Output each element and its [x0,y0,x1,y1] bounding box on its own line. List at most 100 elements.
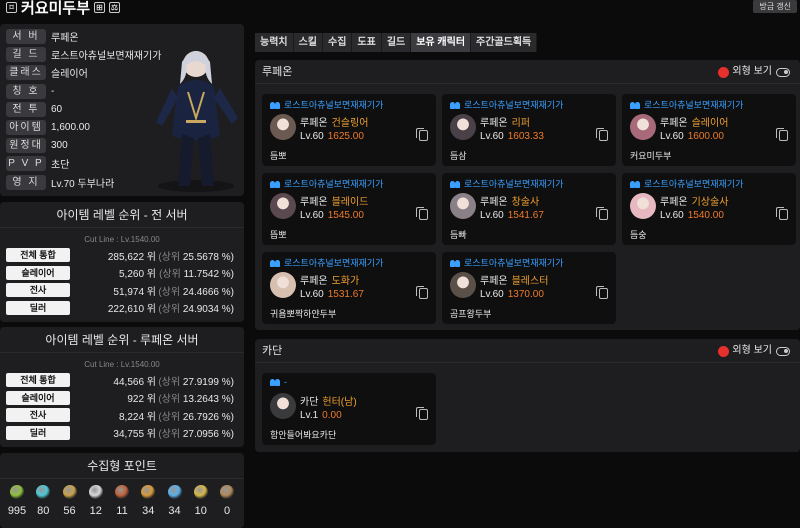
character-card[interactable]: 로스트아츄널보면재재기가 루페온 건슬링어 Lv.60 1625.00 듬뽀 [262,94,436,166]
share-icon[interactable]: ⊞ [94,2,106,13]
character-card[interactable]: 로스트아츄널보면재재기가 루페온 기상술사 Lv.60 1540.00 듬숭 [622,173,796,245]
tab-6[interactable]: 주간골드획득 [471,33,538,52]
profile-value: 루페온 [51,33,79,44]
server-class-line: 루페온 리퍼 [480,114,530,129]
guild-members-icon [630,101,640,109]
collection-item[interactable]: 12 [85,485,107,517]
item-level: 1625.00 [327,131,364,142]
percentile-prefix: (상위 [158,251,181,263]
character-level: Lv.60 [300,210,324,221]
rank-category-label: 슬레이어 [6,265,70,280]
character-card[interactable]: - 카단 헌터(남) Lv.1 0.00 함안들어봐요카단 [262,373,436,445]
character-nickname: 귀욤뽀짝하얀두부 [270,309,337,319]
panel-title: 아이템 레벨 순위 - 루페온 서버 [0,327,244,353]
collection-item[interactable]: 34 [164,485,186,517]
toggle-switch-icon[interactable] [776,346,790,356]
compare-icon[interactable]: ⚖ [109,2,121,13]
copy-icon[interactable] [596,207,608,220]
rank-percentile: (상위 27.9199 %) [156,373,238,388]
guild-line: 로스트아츄널보면재재기가 [450,177,563,190]
profile-label: 서 버 [6,29,46,44]
server-name: 카단 [300,397,319,408]
appearance-toggle[interactable]: 외형 보기 [719,339,790,363]
copy-icon[interactable] [416,286,428,299]
percentile-prefix: (상위 [158,394,181,405]
panel-title: 수집형 포인트 [0,453,244,479]
tab-4[interactable]: 길드 [381,33,412,52]
bookmark-icon[interactable]: ⌑ [6,2,17,13]
character-card[interactable]: 로스트아츄널보면재재기가 루페온 블레이드 Lv.60 1545.00 뜹뽀 [262,173,436,245]
guild-members-icon [450,259,460,267]
rank-row: 전사 51,974 위 (상위 24.4666 %) [6,283,238,298]
copy-icon[interactable] [596,286,608,299]
rank-row: 슬레이어 922 위 (상위 13.2643 %) [6,390,238,405]
rank-value: 5,260 위 [118,269,156,280]
collection-item[interactable]: 995 [6,485,28,517]
class-name: 리퍼 [511,118,531,129]
profile-row: 원정대 300 [6,138,68,154]
rank-category-label: 전체 통합 [6,373,70,387]
server-name: 루페온 [300,118,328,129]
percentile-value: 27.9199 %) [182,376,234,388]
rank-value: 285,622 위 [107,251,156,263]
class-name: 창술사 [511,197,540,208]
copy-icon[interactable] [416,207,428,220]
character-nickname: 커요미두부 [630,151,672,161]
level-line: Lv.60 1603.33 [480,131,544,142]
profile-label: 클래스 [6,65,46,81]
character-nickname: 듬삼 [450,151,467,161]
copy-icon[interactable] [776,207,788,220]
tab-0[interactable]: 능력치 [255,33,294,52]
level-line: Lv.60 1625.00 [300,131,364,142]
level-line: Lv.60 1545.00 [300,210,364,221]
tab-5[interactable]: 보유 캐릭터 [411,33,472,52]
character-level: Lv.1 [300,410,319,421]
collection-count: 34 [142,505,155,517]
collection-item[interactable]: 11 [111,485,133,517]
guild-line: 로스트아츄널보면재재기가 [630,98,743,111]
rank-percentile: (상위 13.2643 %) [156,390,238,405]
record-icon [719,67,729,77]
character-card[interactable]: 로스트아츄널보면재재기가 루페온 창술사 Lv.60 1541.67 듬빠 [442,173,616,245]
class-name: 블레스터 [511,276,549,287]
level-line: Lv.1 0.00 [300,410,342,421]
collection-item[interactable]: 80 [32,485,54,517]
island-heart-icon [36,485,51,499]
profile-row: 아이템 1,600.00 [6,120,90,135]
appearance-toggle[interactable]: 외형 보기 [719,60,790,84]
collection-count: 10 [194,505,207,517]
rank-row: 슬레이어 5,260 위 (상위 11.7542 %) [6,265,238,280]
toggle-switch-icon[interactable] [776,67,790,77]
guild-members-icon [450,180,460,188]
collection-item[interactable]: 0 [216,485,238,517]
character-card[interactable]: 로스트아츄널보면재재기가 루페온 블레스터 Lv.60 1370.00 곰프왕두부 [442,252,616,324]
collection-item[interactable]: 56 [59,485,81,517]
tab-3[interactable]: 도표 [352,33,382,52]
rank-category-label: 전체 통합 [6,248,70,262]
server-name: 루페온 [262,66,293,78]
refresh-button[interactable]: 방금 갱신 [753,0,797,13]
copy-icon[interactable] [596,128,608,141]
percentile-value: 25.5678 %) [182,251,234,263]
copy-icon[interactable] [776,128,788,141]
rank-category-label: 전사 [6,408,70,422]
character-nickname: 뜹뽀 [270,230,287,240]
profile-value: 로스트아츄널보면재재기가 [51,51,162,63]
rank-value: 222,610 위 [107,304,156,315]
top-bar: ⌑ 커요미두부 ⊞ ⚖ 방금 갱신 [0,0,800,18]
item-level: 1370.00 [507,289,544,300]
giant-heart-icon [88,485,103,499]
profile-row: 칭 호- [6,83,55,99]
character-card[interactable]: 로스트아츄널보면재재기가 루페온 도화가 Lv.60 1531.67 귀욤뽀짝하얀두부 [262,252,436,324]
character-card[interactable]: 로스트아츄널보면재재기가 루페온 슬레이어 Lv.60 1600.00 커요미두부 [622,94,796,166]
copy-icon[interactable] [416,407,428,420]
collection-item[interactable]: 34 [137,485,159,517]
tab-2[interactable]: 수집 [323,33,353,52]
tab-1[interactable]: 스킬 [293,33,324,52]
copy-icon[interactable] [416,128,428,141]
character-card[interactable]: 로스트아츄널보면재재기가 루페온 리퍼 Lv.60 1603.33 듬삼 [442,94,616,166]
server-name: 루페온 [480,118,508,129]
collection-item[interactable]: 10 [190,485,212,517]
guild-name: 로스트아츄널보면재재기가 [464,258,564,268]
profile-value: - [51,85,55,97]
